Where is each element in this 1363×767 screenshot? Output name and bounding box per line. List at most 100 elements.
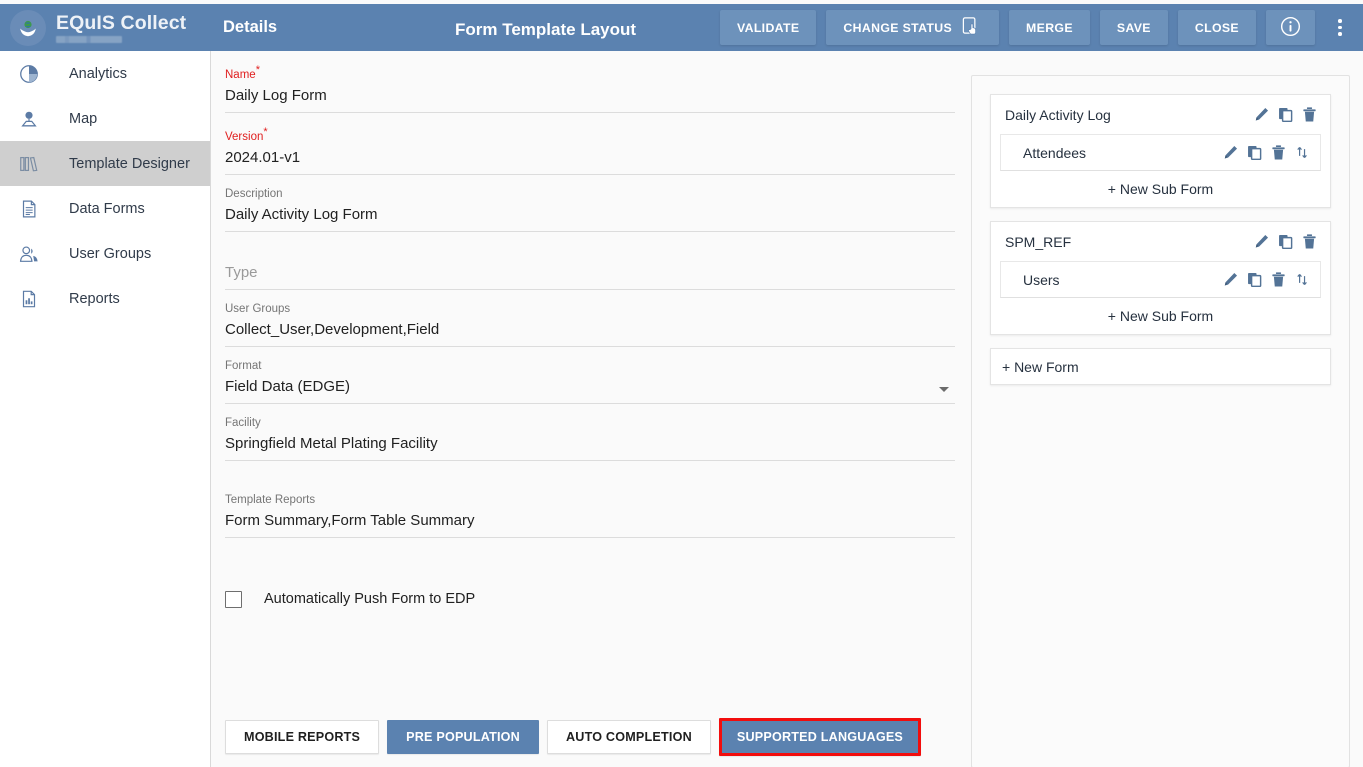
pie-chart-icon — [18, 63, 48, 85]
app-window: EQuIS Collect Details Form Template Layo… — [0, 0, 1363, 767]
field-template-reports: Template Reports Form Summary,Form Table… — [225, 461, 955, 538]
pre-population-button[interactable]: PRE POPULATION — [387, 720, 539, 754]
subform-actions — [1221, 144, 1311, 162]
subform-row[interactable]: Users — [1000, 261, 1321, 298]
field-format: Format Field Data (EDGE) — [225, 347, 955, 404]
brand-subtitle-redacted — [56, 36, 122, 43]
field-facility: Facility Springfield Metal Plating Facil… — [225, 404, 955, 461]
facility-input[interactable]: Springfield Metal Plating Facility — [225, 433, 955, 461]
template-details-form: Name* Daily Log Form Version* 2024.01-v1… — [225, 51, 955, 608]
topbar-actions: VALIDATE CHANGE STATUS MERGE SAVE CLOSE — [720, 4, 1357, 51]
format-select[interactable]: Field Data (EDGE) — [225, 376, 955, 404]
field-user-groups: User Groups Collect_User,Development,Fie… — [225, 290, 955, 347]
sidebar-item-label: Map — [69, 111, 97, 127]
delete-trash-icon[interactable] — [1269, 144, 1287, 162]
sort-arrows-icon[interactable] — [1293, 271, 1311, 289]
validate-button[interactable]: VALIDATE — [720, 10, 816, 45]
duplicate-icon[interactable] — [1276, 106, 1294, 124]
edit-pencil-icon[interactable] — [1252, 233, 1270, 251]
auto-push-edp-checkbox[interactable] — [225, 591, 242, 608]
sidebar-item-label: Analytics — [69, 66, 127, 82]
sort-arrows-icon[interactable] — [1293, 144, 1311, 162]
kebab-menu-icon[interactable] — [1327, 10, 1353, 45]
sidebar-item-user-groups[interactable]: User Groups — [0, 231, 210, 276]
version-input[interactable]: 2024.01-v1 — [225, 147, 955, 175]
brand-zone[interactable]: EQuIS Collect — [0, 4, 211, 51]
auto-push-edp-checkbox-row[interactable]: Automatically Push Form to EDP — [225, 591, 955, 608]
bar-chart-report-icon — [18, 288, 48, 310]
main-content: Name* Daily Log Form Version* 2024.01-v1… — [211, 51, 1363, 767]
field-label: User Groups — [225, 302, 955, 316]
map-pin-icon — [18, 108, 48, 130]
field-name: Name* Daily Log Form — [225, 51, 955, 113]
form-card-actions — [1252, 106, 1318, 124]
field-label: Template Reports — [225, 493, 955, 507]
sidebar-item-map[interactable]: Map — [0, 96, 210, 141]
books-icon — [18, 153, 48, 175]
form-card: Daily Activity Log Attendee — [990, 94, 1331, 208]
type-input[interactable]: Type — [225, 262, 955, 290]
change-status-label: CHANGE STATUS — [843, 21, 952, 35]
info-button[interactable] — [1266, 10, 1315, 45]
details-label: Details — [223, 18, 277, 37]
save-button[interactable]: SAVE — [1100, 10, 1168, 45]
supported-languages-button[interactable]: SUPPORTED LANGUAGES — [719, 718, 921, 756]
sidebar-item-data-forms[interactable]: Data Forms — [0, 186, 210, 231]
form-card-header[interactable]: Daily Activity Log — [991, 95, 1330, 134]
field-label: Version* — [225, 125, 955, 144]
chevron-down-icon[interactable] — [939, 387, 949, 392]
delete-trash-icon[interactable] — [1300, 106, 1318, 124]
form-card-title: Daily Activity Log — [1005, 107, 1252, 123]
field-label: Name* — [225, 63, 955, 82]
merge-button[interactable]: MERGE — [1009, 10, 1090, 45]
field-description: Description Daily Activity Log Form — [225, 175, 955, 232]
sidebar-item-analytics[interactable]: Analytics — [0, 51, 210, 96]
brand-title: EQuIS Collect — [56, 13, 186, 34]
sidebar-item-label: User Groups — [69, 246, 151, 262]
template-reports-input[interactable]: Form Summary,Form Table Summary — [225, 510, 955, 538]
form-card-header[interactable]: SPM_REF — [991, 222, 1330, 261]
user-groups-input[interactable]: Collect_User,Development,Field — [225, 319, 955, 347]
mobile-reports-button[interactable]: MOBILE REPORTS — [225, 720, 379, 754]
format-selected-value: Field Data (EDGE) — [225, 378, 350, 395]
new-sub-form-button[interactable]: + New Sub Form — [991, 298, 1330, 334]
delete-trash-icon[interactable] — [1300, 233, 1318, 251]
field-label: Description — [225, 187, 955, 201]
auto-push-edp-label: Automatically Push Form to EDP — [264, 591, 475, 607]
form-card-title: SPM_REF — [1005, 234, 1252, 250]
form-card: SPM_REF Users — [990, 221, 1331, 335]
delete-trash-icon[interactable] — [1269, 271, 1287, 289]
form-action-buttons: MOBILE REPORTS PRE POPULATION AUTO COMPL… — [225, 718, 921, 756]
field-label: Format — [225, 359, 955, 373]
new-form-button[interactable]: + New Form — [990, 348, 1331, 385]
form-card-actions — [1252, 233, 1318, 251]
field-version: Version* 2024.01-v1 — [225, 113, 955, 175]
duplicate-icon[interactable] — [1245, 144, 1263, 162]
subform-row[interactable]: Attendees — [1000, 134, 1321, 171]
subform-actions — [1221, 271, 1311, 289]
forms-tree-panel: Daily Activity Log Attendee — [971, 75, 1350, 767]
info-circle-icon — [1279, 15, 1302, 41]
document-icon — [18, 198, 48, 220]
sidebar-item-label: Reports — [69, 291, 120, 307]
hands-globe-logo-icon — [10, 10, 46, 46]
close-button[interactable]: CLOSE — [1178, 10, 1256, 45]
duplicate-icon[interactable] — [1276, 233, 1294, 251]
name-input[interactable]: Daily Log Form — [225, 85, 955, 113]
page-title: Form Template Layout — [455, 20, 636, 40]
sidebar-nav: Analytics Map Template De — [0, 51, 211, 767]
sidebar-item-template-designer[interactable]: Template Designer — [0, 141, 210, 186]
duplicate-icon[interactable] — [1245, 271, 1263, 289]
edit-pencil-icon[interactable] — [1221, 271, 1239, 289]
sidebar-item-label: Data Forms — [69, 201, 145, 217]
users-icon — [18, 243, 48, 265]
subform-title: Attendees — [1023, 145, 1221, 161]
field-label: Facility — [225, 416, 955, 430]
auto-completion-button[interactable]: AUTO COMPLETION — [547, 720, 711, 754]
change-status-button[interactable]: CHANGE STATUS — [826, 10, 999, 45]
description-input[interactable]: Daily Activity Log Form — [225, 204, 955, 232]
new-sub-form-button[interactable]: + New Sub Form — [991, 171, 1330, 207]
edit-pencil-icon[interactable] — [1221, 144, 1239, 162]
edit-pencil-icon[interactable] — [1252, 106, 1270, 124]
sidebar-item-reports[interactable]: Reports — [0, 276, 210, 321]
